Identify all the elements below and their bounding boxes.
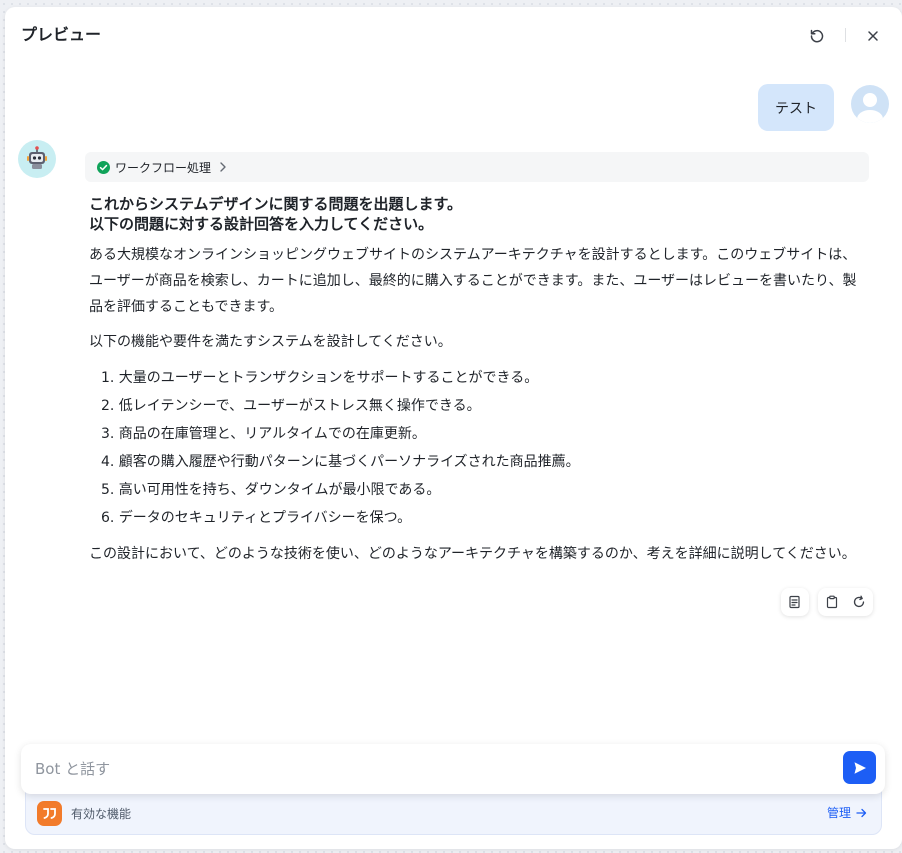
send-button[interactable]: [843, 751, 876, 784]
list-item: 2. 低レイテンシーで、ユーザーがストレス無く操作できる。: [101, 398, 481, 414]
document-icon[interactable]: [788, 595, 802, 609]
user-message-text: テスト: [775, 100, 817, 117]
regenerate-icon[interactable]: [852, 595, 866, 609]
list-item: 4. 顧客の購入履歴や行動パターンに基づくパーソナライズされた商品推薦。: [101, 454, 580, 470]
message-actions-right: [818, 588, 873, 616]
list-item: 3. 商品の在庫管理と、リアルタイムでの在庫更新。: [101, 426, 426, 442]
refresh-icon[interactable]: [808, 27, 826, 45]
list-item: 1. 大量のユーザーとトランザクションをサポートすることができる。: [101, 370, 539, 386]
feature-quote-icon: [37, 801, 62, 826]
message-actions-left: [781, 588, 809, 616]
message-heading: これからシステムデザインに関する問題を出題します。 以下の問題に対する設計回答を…: [89, 194, 869, 234]
message-paragraph-3: この設計において、どのような技術を使い、どのようなアーキテクチャを構築するのか、…: [89, 546, 856, 562]
list-item: 5. 高い可用性を持ち、ダウンタイムが最小限である。: [101, 482, 441, 498]
heading-line-1: これからシステムデザインに関する問題を出題します。: [89, 195, 463, 213]
bot-avatar: [18, 140, 56, 178]
chat-input-container: [21, 744, 885, 794]
close-icon[interactable]: [864, 27, 882, 45]
heading-line-2: 以下の問題に対する設計回答を入力してください。: [89, 215, 434, 233]
list-item: 6. データのセキュリティとプライバシーを保つ。: [101, 510, 412, 526]
header-divider: [845, 28, 846, 42]
preview-panel: プレビュー テスト ワークフロー処理 これからシステムデザインに関する問題を出題…: [5, 7, 902, 849]
manage-label: 管理: [826, 806, 851, 820]
send-icon: [854, 761, 866, 774]
chat-input[interactable]: [35, 756, 815, 782]
copy-icon[interactable]: [825, 595, 839, 609]
features-label: 有効な機能: [71, 807, 132, 821]
message-paragraph-2: 以下の機能や要件を満たすシステムを設計してください。: [89, 334, 452, 350]
chevron-right-icon: [220, 162, 226, 172]
arrow-right-icon: [856, 808, 867, 817]
workflow-status-toggle[interactable]: ワークフロー処理: [85, 152, 869, 182]
user-message-bubble: テスト: [758, 84, 834, 131]
features-bar: 有効な機能 管理: [25, 789, 882, 835]
manage-link[interactable]: 管理: [827, 804, 867, 821]
requirements-list: 1. 大量のユーザーとトランザクションをサポートすることができる。 2. 低レイ…: [89, 364, 869, 532]
workflow-label: ワークフロー処理: [115, 160, 212, 175]
bot-message: これからシステムデザインに関する問題を出題します。 以下の問題に対する設計回答を…: [89, 194, 869, 576]
check-circle-icon: [97, 160, 110, 174]
message-paragraph-1: ある大規模なオンラインショッピングウェブサイトのシステムアーキテクチャを設計する…: [89, 247, 857, 315]
panel-title: プレビュー: [21, 25, 102, 44]
user-avatar: [851, 85, 889, 123]
panel-header: プレビュー: [5, 7, 902, 59]
